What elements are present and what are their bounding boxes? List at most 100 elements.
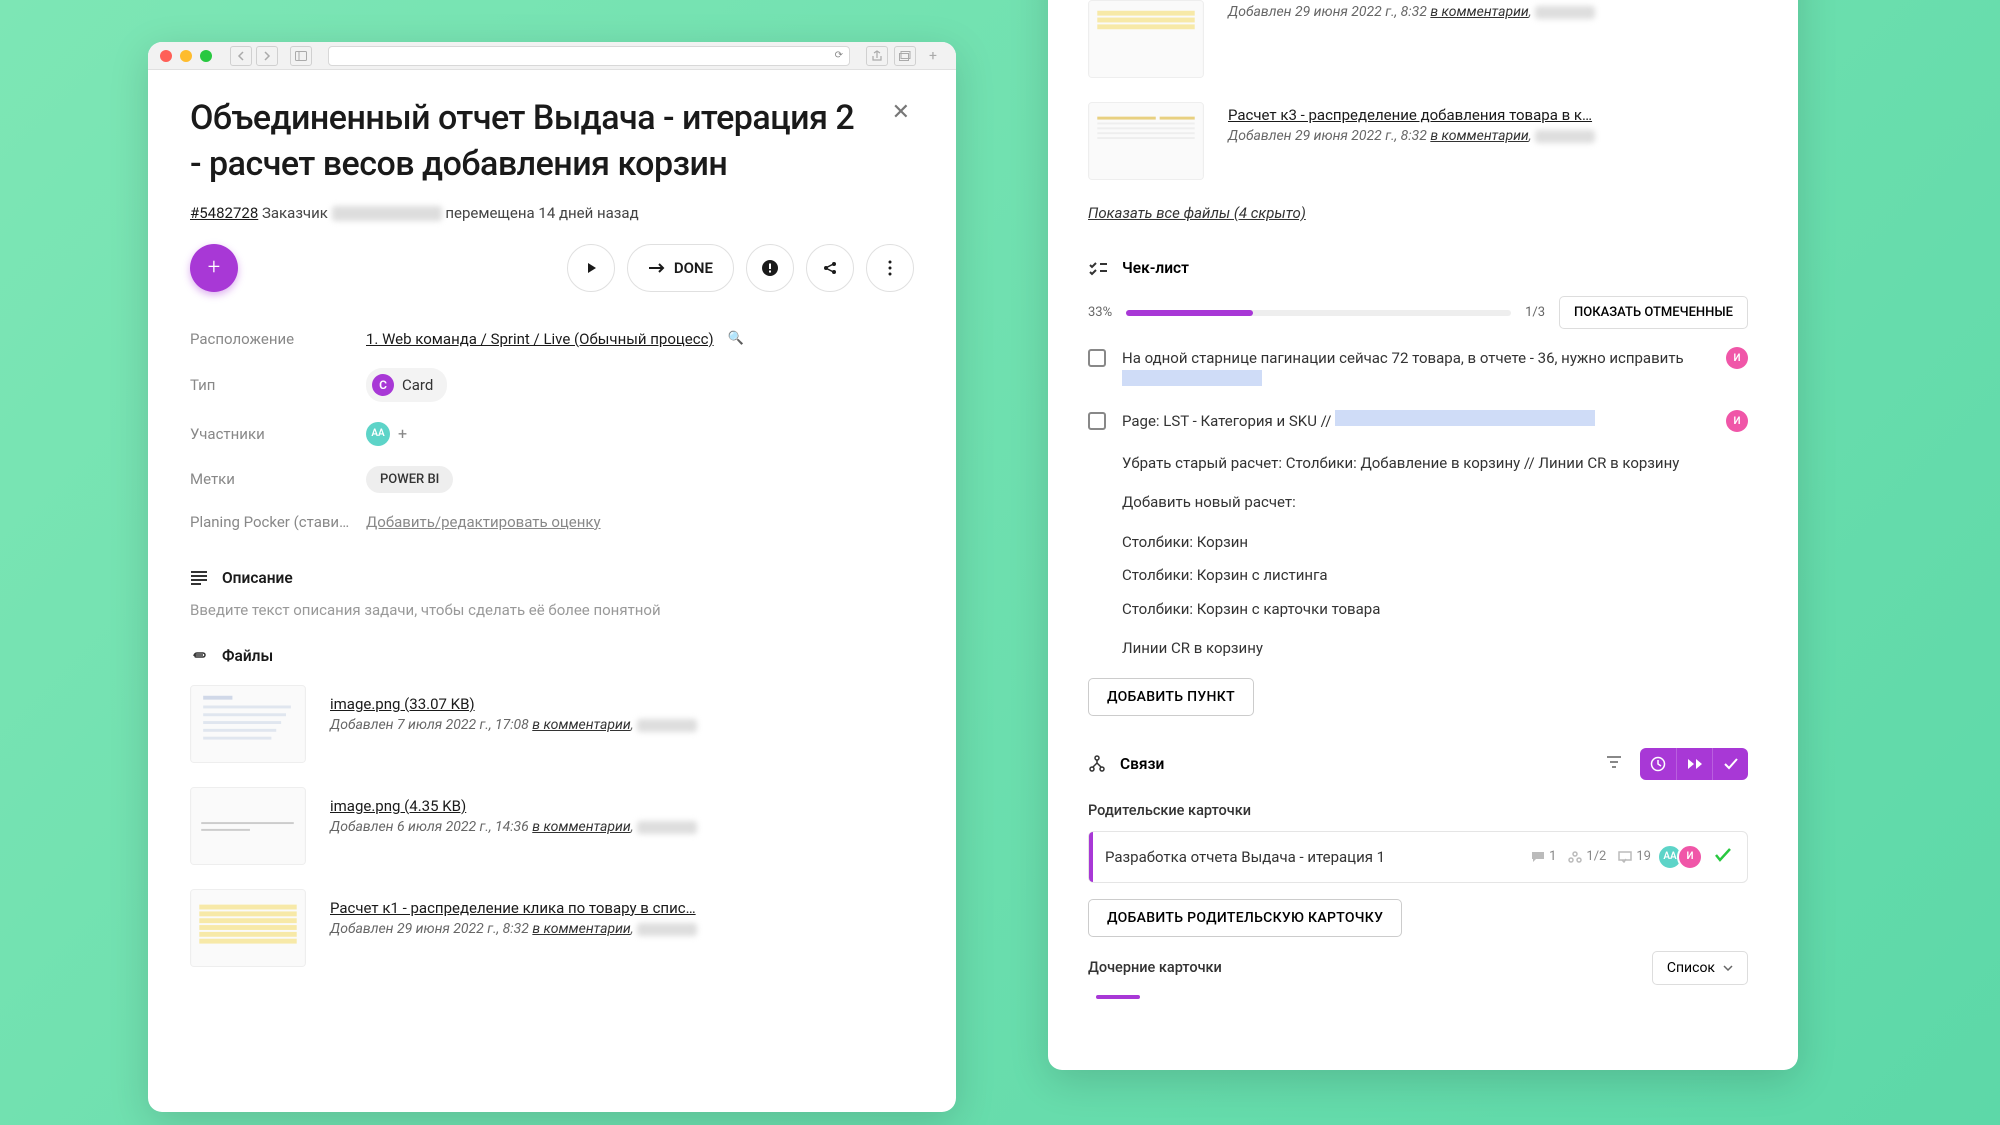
new-tab-btn[interactable]: +	[922, 46, 944, 66]
reload-icon[interactable]: ⟳	[835, 50, 843, 61]
file-row: Расчет к1 - распределение клика по товар…	[190, 889, 914, 967]
file-thumbnail[interactable]	[190, 889, 306, 967]
checklist-progress-bar	[1126, 310, 1511, 316]
comment-link[interactable]: в комментарии	[532, 717, 630, 733]
share-button[interactable]	[806, 244, 854, 292]
file-row: image.png (4.35 KB) Добавлен 6 июля 2022…	[190, 787, 914, 865]
child-card-stripe	[1096, 995, 1140, 999]
comment-link[interactable]: в комментарии	[532, 921, 630, 937]
comment-link[interactable]: в комментарии	[532, 819, 630, 835]
add-checklist-item-button[interactable]: ДОБАВИТЬ ПУНКТ	[1088, 678, 1254, 716]
file-name-link[interactable]: image.png (4.35 KB)	[330, 797, 914, 815]
blurred-name	[1535, 6, 1595, 19]
item-assignee-avatar[interactable]: И	[1726, 410, 1748, 432]
arrow-right-icon	[648, 262, 666, 274]
file-thumbnail[interactable]	[190, 685, 306, 763]
window-maximize-btn[interactable]	[200, 50, 212, 62]
file-name-link[interactable]: image.png (33.07 KB)	[330, 695, 914, 713]
type-label: Тип	[190, 376, 366, 394]
checklist-percent: 33%	[1088, 305, 1112, 320]
nav-forward-btn[interactable]	[256, 46, 278, 66]
done-button[interactable]: DONE	[627, 244, 734, 292]
blurred-name	[332, 206, 442, 221]
task-id-link[interactable]: #5482728	[190, 204, 258, 222]
file-thumbnail[interactable]	[190, 787, 306, 865]
checkbox[interactable]	[1088, 349, 1106, 367]
file-thumbnail[interactable]	[1088, 102, 1204, 180]
tag-chip[interactable]: POWER BI	[366, 466, 453, 493]
close-icon[interactable]: ✕	[888, 96, 914, 129]
play-button[interactable]	[567, 244, 615, 292]
more-button[interactable]	[866, 244, 914, 292]
parent-card[interactable]: Разработка отчета Выдача - итерация 1 1 …	[1088, 831, 1748, 883]
blurred-name	[637, 719, 697, 732]
task-card-window-right: Добавлен 29 июня 2022 г., 8:32 в коммент…	[1048, 0, 1798, 1070]
child-cards-label: Дочерние карточки	[1088, 959, 1222, 976]
blurred-name	[637, 923, 697, 936]
checkbox[interactable]	[1088, 412, 1106, 430]
comment-link[interactable]: в комментарии	[1430, 4, 1528, 20]
poker-action-link[interactable]: Добавить/редактировать оценку	[366, 513, 601, 531]
file-row: Расчет к3 - распределение добавления тов…	[1088, 102, 1748, 180]
search-icon[interactable]: 🔍	[728, 331, 744, 346]
checklist-count: 1/3	[1525, 305, 1545, 320]
type-badge: C	[372, 374, 394, 396]
files-header: Файлы	[222, 647, 273, 665]
browser-chrome: ⟳ +	[148, 42, 956, 70]
check-icon	[1715, 847, 1731, 866]
window-close-btn[interactable]	[160, 50, 172, 62]
item-assignee-avatar[interactable]: И	[1726, 347, 1748, 369]
type-chip[interactable]: C Card	[366, 368, 447, 402]
nav-back-btn[interactable]	[230, 46, 252, 66]
checklist-icon	[1088, 258, 1108, 278]
assignees-label: Участники	[190, 425, 366, 443]
people-count: 1/2	[1568, 849, 1606, 864]
window-minimize-btn[interactable]	[180, 50, 192, 62]
file-name-link[interactable]: Расчет к1 - распределение клика по товар…	[330, 899, 914, 917]
share-browser-btn[interactable]	[866, 46, 888, 66]
add-assignee-btn[interactable]: +	[398, 424, 407, 443]
blurred-name	[1535, 130, 1595, 143]
task-meta-line: #5482728 Заказчик перемещена 14 дней наз…	[190, 204, 914, 222]
assignee-avatar: И	[1677, 844, 1703, 870]
comment-link[interactable]: в комментарии	[1430, 128, 1528, 144]
checklist-item-text: Page: LST - Категория и SKU //	[1122, 410, 1710, 433]
file-row: Добавлен 29 июня 2022 г., 8:32 в коммент…	[1088, 0, 1748, 78]
checklist-item-text: На одной старнице пагинации сейчас 72 то…	[1122, 347, 1710, 392]
filter-icon[interactable]	[1602, 750, 1626, 777]
parent-card-title: Разработка отчета Выдача - итерация 1	[1105, 848, 1519, 866]
url-bar[interactable]: ⟳	[328, 46, 850, 66]
assignee-avatar[interactable]: АА	[366, 422, 390, 446]
history-button[interactable]	[1640, 748, 1676, 780]
fast-forward-button[interactable]	[1676, 748, 1712, 780]
chevron-down-icon	[1723, 965, 1733, 971]
show-checked-button[interactable]: ПОКАЗАТЬ ОТМЕЧЕННЫЕ	[1559, 296, 1748, 329]
poker-label: Planing Pocker (стави…	[190, 513, 366, 531]
blurred-name	[637, 821, 697, 834]
description-placeholder[interactable]: Введите текст описания задачи, чтобы сде…	[190, 601, 914, 619]
file-thumbnail[interactable]	[1088, 0, 1204, 78]
file-row: image.png (33.07 KB) Добавлен 7 июля 202…	[190, 685, 914, 763]
description-header: Описание	[222, 569, 293, 587]
location-link[interactable]: 1. Web команда / Sprint / Live (Обычный …	[366, 330, 714, 348]
checklist-details: Убрать старый расчет: Столбики: Добавлен…	[1122, 451, 1748, 662]
description-icon	[190, 569, 208, 587]
view-mode-dropdown[interactable]: Список	[1652, 951, 1748, 985]
redacted-text	[1335, 410, 1595, 426]
file-name-link[interactable]: Расчет к3 - распределение добавления тов…	[1228, 106, 1748, 124]
tabs-btn[interactable]	[894, 46, 916, 66]
link-toolbar	[1640, 748, 1748, 780]
redacted-text	[1122, 370, 1262, 386]
alert-button[interactable]	[746, 244, 794, 292]
add-fab-button[interactable]: +	[190, 244, 238, 292]
attachment-icon	[190, 647, 208, 665]
links-header: Связи	[1120, 755, 1588, 773]
confirm-button[interactable]	[1712, 748, 1748, 780]
add-parent-card-button[interactable]: ДОБАВИТЬ РОДИТЕЛЬСКУЮ КАРТОЧКУ	[1088, 899, 1402, 937]
show-all-files-link[interactable]: Показать все файлы (4 скрыто)	[1088, 204, 1748, 222]
sidebar-toggle-btn[interactable]	[290, 46, 312, 66]
parent-cards-label: Родительские карточки	[1088, 802, 1748, 819]
links-icon	[1088, 755, 1106, 773]
comment-count: 1	[1531, 849, 1556, 864]
checklist-header: Чек-лист	[1122, 259, 1189, 277]
